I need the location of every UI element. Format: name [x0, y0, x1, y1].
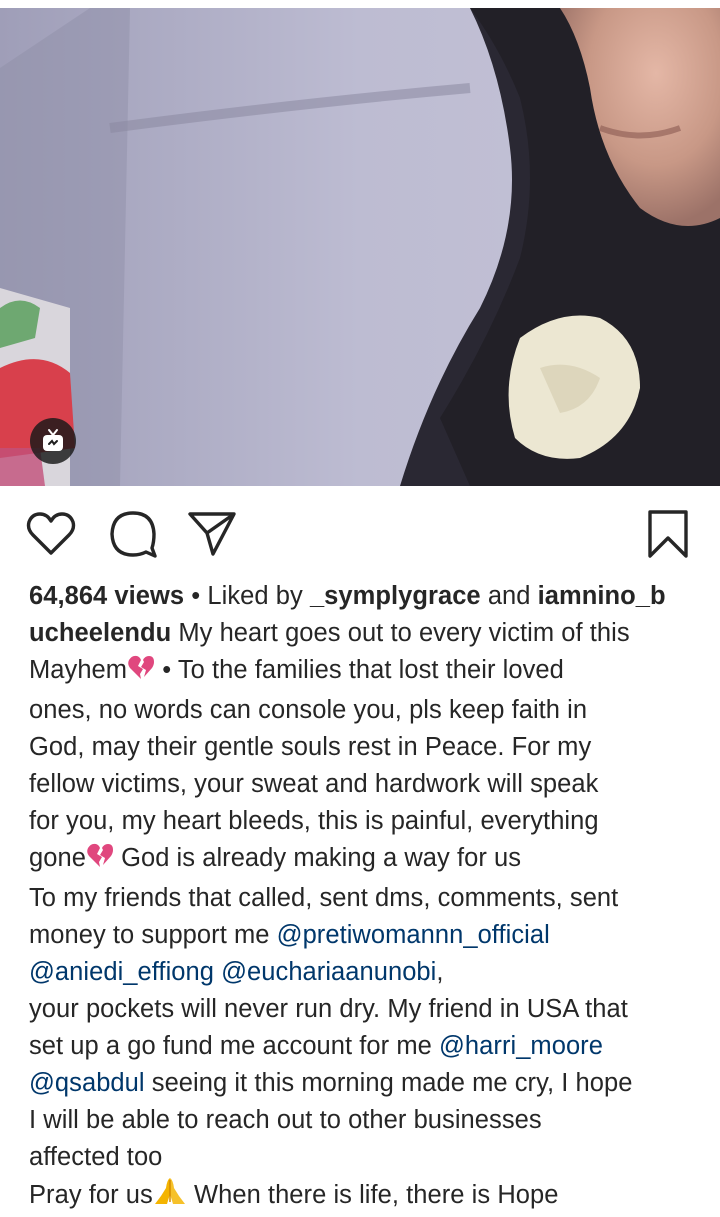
- caption-text: gone: [29, 844, 86, 872]
- separator: •: [191, 582, 201, 610]
- caption-line: for you, my heart bleeds, this is painfu…: [29, 807, 599, 835]
- caption-line: ones, no words can console you, pls keep…: [29, 696, 588, 724]
- caption-text: seeing it this morning made me cry, I ho…: [151, 1069, 633, 1097]
- save-button[interactable]: [642, 508, 694, 560]
- igtv-glyph-icon: [43, 429, 63, 451]
- paper-plane-icon: [188, 512, 236, 556]
- broken-heart-emoji: [86, 843, 114, 880]
- action-bar: [0, 486, 720, 576]
- video-frame: [0, 8, 720, 486]
- liker-username[interactable]: _symplygrace: [310, 582, 481, 610]
- caption-text: money to support me: [29, 921, 270, 949]
- mention-link[interactable]: @aniedi_effiong: [29, 958, 214, 986]
- caption-text: God is already making a way for us: [121, 844, 522, 872]
- caption-text: ,: [436, 958, 444, 986]
- view-count[interactable]: 64,864 views: [29, 582, 184, 610]
- share-button[interactable]: [186, 508, 238, 560]
- caption-text: When there is life, there is Hope: [193, 1181, 559, 1209]
- heart-outline-icon: [26, 512, 76, 555]
- liked-and: and: [487, 582, 531, 610]
- caption-line: fellow victims, your sweat and hardwork …: [29, 770, 599, 798]
- caption-line: affected too: [29, 1143, 163, 1171]
- caption-line: God, may their gentle souls rest in Peac…: [29, 733, 592, 761]
- mention-link[interactable]: @harri_moore: [439, 1032, 603, 1060]
- caption-line: My heart goes out to every victim of thi…: [178, 619, 630, 647]
- liked-by-label: Liked by: [207, 582, 303, 610]
- post-caption: 64,864 views • Liked by _symplygrace and…: [29, 578, 709, 1217]
- like-button[interactable]: [25, 508, 77, 560]
- broken-heart-emoji: [127, 655, 155, 692]
- caption-line: your pockets will never run dry. My frie…: [29, 995, 628, 1023]
- likes-row: 64,864 views • Liked by _symplygrace and…: [29, 578, 709, 615]
- caption-text: Mayhem: [29, 656, 128, 684]
- comment-bubble-icon: [110, 511, 157, 558]
- video-post[interactable]: [0, 8, 720, 486]
- comment-button[interactable]: [107, 508, 159, 560]
- caption-line: To my friends that called, sent dms, com…: [29, 884, 619, 912]
- caption-text: • To the families that lost their loved: [162, 656, 564, 684]
- mention-link[interactable]: @pretiwomannn_official: [277, 921, 550, 949]
- caption-line: I will be able to reach out to other bus…: [29, 1106, 542, 1134]
- igtv-icon[interactable]: [30, 418, 76, 464]
- bookmark-icon: [648, 510, 688, 558]
- caption-text: set up a go fund me account for me: [29, 1032, 432, 1060]
- caption-text: Pray for us: [29, 1181, 153, 1209]
- liker-username-2[interactable]: iamnino_b: [538, 582, 666, 610]
- mention-link[interactable]: @euchariaanunobi: [221, 958, 436, 986]
- author-username[interactable]: ucheelendu: [29, 619, 171, 647]
- mention-link[interactable]: @qsabdul: [29, 1069, 145, 1097]
- folded-hands-emoji: [153, 1176, 187, 1217]
